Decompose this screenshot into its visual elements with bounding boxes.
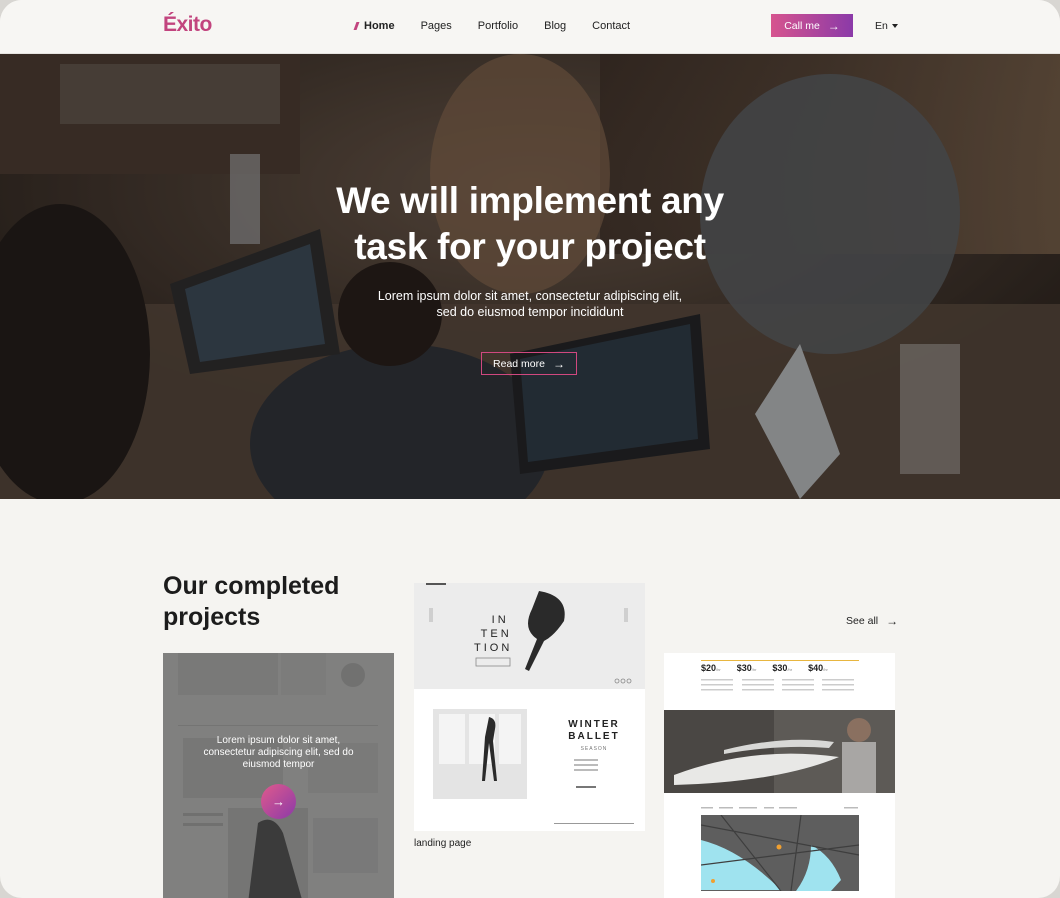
project-open-button[interactable]: → xyxy=(261,784,296,819)
caret-down-icon xyxy=(891,24,898,28)
language-selector[interactable]: En xyxy=(875,20,898,32)
hero-title: We will implement any task for your proj… xyxy=(230,178,830,270)
hero-subtitle-line: Lorem ipsum dolor sit amet, consectetur … xyxy=(377,289,683,303)
read-more-label: Read more xyxy=(493,357,545,370)
price-list: $20/hr $30/hr $30/hr $40/hr xyxy=(701,663,844,673)
logo[interactable]: Éxito xyxy=(163,13,212,37)
intention-line: IN xyxy=(491,614,509,626)
ballet-photo xyxy=(433,709,634,824)
map-illustration xyxy=(701,815,859,891)
price-unit: /hr xyxy=(823,667,828,672)
intention-line: TION xyxy=(474,642,513,654)
price-value: $20 xyxy=(701,663,717,673)
winter-line: BALLET xyxy=(568,731,620,742)
season-label: SEASON xyxy=(580,746,608,752)
price-unit: /hr xyxy=(787,667,793,672)
nav-item-contact[interactable]: Contact xyxy=(592,20,630,32)
winter-ballet-title: WINTER BALLET SEASON xyxy=(554,719,634,755)
surfboard-illustration xyxy=(664,710,895,793)
projects-heading-line: projects xyxy=(163,603,261,631)
dancer-illustration xyxy=(426,583,632,684)
hero-section: We will implement any task for your proj… xyxy=(0,54,1060,499)
nav-item-label: Home xyxy=(364,20,395,32)
see-all-label: See all xyxy=(846,615,879,627)
project-thumbnail-bottom: WINTER BALLET SEASON xyxy=(414,689,645,831)
price-divider xyxy=(701,660,859,661)
nav-item-home[interactable]: Home xyxy=(353,20,395,32)
project-card-2-caption[interactable]: landing page xyxy=(414,838,471,849)
hero-subtitle: Lorem ipsum dolor sit amet, consectetur … xyxy=(330,288,730,320)
project-card-description: Lorem ipsum dolor sit amet, consectetur … xyxy=(203,735,354,770)
call-me-label: Call me xyxy=(784,19,820,32)
arrow-right-icon: → xyxy=(552,356,565,371)
page-frame: Éxito Home Pages Portfolio Blog Contact … xyxy=(0,0,1060,898)
arrow-right-icon: → xyxy=(272,794,285,809)
project-thumbnail-top: IN TEN TION xyxy=(414,583,645,689)
intention-title: IN TEN TION xyxy=(474,613,512,655)
map-header-lines xyxy=(701,807,858,809)
see-all-link[interactable]: See all → xyxy=(846,614,898,628)
price-item: $40/hr xyxy=(808,663,828,673)
price-item: $30/hr xyxy=(772,663,792,673)
projects-heading-line: Our completed xyxy=(163,572,340,600)
active-marker-icon xyxy=(353,22,360,30)
intention-line: TEN xyxy=(480,628,512,640)
nav-item-blog[interactable]: Blog xyxy=(544,20,566,32)
hero-title-line: task for your project xyxy=(354,226,706,267)
projects-heading: Our completed projects xyxy=(163,571,393,633)
project-card-1[interactable]: Lorem ipsum dolor sit amet, consectetur … xyxy=(163,653,394,898)
hero-subtitle-line: sed do eiusmod tempor incididunt xyxy=(436,305,624,319)
price-value: $30 xyxy=(736,663,752,673)
site-header: Éxito Home Pages Portfolio Blog Contact … xyxy=(0,0,1060,54)
price-unit: /hr xyxy=(716,667,721,672)
hero-overlay xyxy=(0,54,1060,499)
arrow-right-icon: → xyxy=(827,18,840,33)
price-item: $30/hr xyxy=(737,663,757,673)
project-card-2[interactable]: IN TEN TION WINTER BALLET SEASON xyxy=(414,583,645,831)
price-item: $20/hr xyxy=(701,663,721,673)
winter-line: WINTER xyxy=(568,719,620,730)
main-nav: Home Pages Portfolio Blog Contact xyxy=(353,20,656,32)
language-label: En xyxy=(875,20,888,32)
nav-item-pages[interactable]: Pages xyxy=(421,20,452,32)
hero-title-line: We will implement any xyxy=(336,180,724,221)
map-thumbnail xyxy=(701,815,859,891)
call-me-button[interactable]: Call me → xyxy=(771,14,853,37)
project-card-3[interactable]: $20/hr $30/hr $30/hr $40/hr xyxy=(664,653,895,898)
read-more-button[interactable]: Read more → xyxy=(481,352,577,375)
nav-item-portfolio[interactable]: Portfolio xyxy=(478,20,518,32)
price-unit: /hr xyxy=(751,667,757,672)
price-text-lines xyxy=(701,679,854,691)
surfboard-photo xyxy=(664,710,895,793)
price-value: $40 xyxy=(808,663,824,673)
project-card-overlay xyxy=(163,653,394,898)
price-value: $30 xyxy=(772,663,788,673)
arrow-right-icon: → xyxy=(886,614,899,628)
